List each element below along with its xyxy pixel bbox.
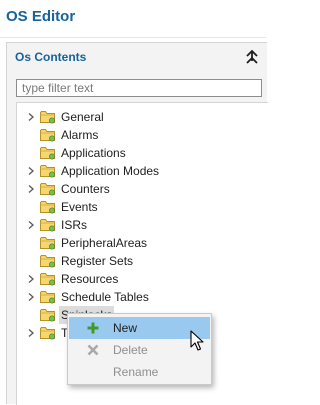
tree-item-label: Resources: [61, 272, 119, 286]
folder-icon: [40, 165, 55, 178]
tree-item[interactable]: ISRs: [17, 216, 268, 234]
chevron-right-icon[interactable]: [26, 274, 36, 284]
tree-item[interactable]: Counters: [17, 180, 268, 198]
folder-icon: [40, 237, 55, 250]
folder-icon: [40, 327, 55, 340]
folder-icon: [40, 129, 55, 142]
tree-item[interactable]: Applications: [17, 144, 268, 162]
tree-item[interactable]: Resources: [17, 270, 268, 288]
panel-header: Os Contents: [7, 43, 267, 71]
chevron-right-icon[interactable]: [26, 292, 36, 302]
folder-icon: [40, 291, 55, 304]
menu-item-label: Delete: [113, 343, 148, 357]
chevron-right-icon[interactable]: [26, 112, 36, 122]
tree-item[interactable]: Register Sets: [17, 252, 268, 270]
tree-item-label: Counters: [61, 182, 110, 196]
folder-icon: [40, 111, 55, 124]
tree-item[interactable]: Alarms: [17, 126, 268, 144]
tree-item[interactable]: Schedule Tables: [17, 288, 268, 306]
tree-item[interactable]: Events: [17, 198, 268, 216]
folder-icon: [40, 183, 55, 196]
menu-item-rename[interactable]: Rename: [69, 361, 210, 383]
plus-icon: [87, 322, 99, 334]
tree-item[interactable]: PeripheralAreas: [17, 234, 268, 252]
editor-title: OS Editor: [6, 8, 76, 25]
chevron-right-icon[interactable]: [26, 220, 36, 230]
tree-item-label: Events: [61, 200, 98, 214]
delete-x-icon: [87, 344, 99, 356]
menu-item-label: New: [113, 321, 138, 335]
chevron-right-icon[interactable]: [26, 166, 36, 176]
tree-item-label: Applications: [61, 146, 126, 160]
mouse-cursor-icon: [190, 330, 204, 351]
folder-icon: [40, 147, 55, 160]
folder-icon: [40, 255, 55, 268]
tree-item-label: PeripheralAreas: [61, 236, 148, 250]
tree-item-label: Application Modes: [61, 164, 160, 178]
chevron-right-icon[interactable]: [26, 328, 36, 338]
chevron-right-icon[interactable]: [26, 184, 36, 194]
panel-title: Os Contents: [15, 50, 87, 64]
tree-item-label: Schedule Tables: [61, 290, 149, 304]
tree-item-label: Alarms: [61, 128, 99, 142]
collapse-all-icon[interactable]: [242, 46, 262, 66]
tree-item-label: General: [61, 110, 104, 124]
folder-icon: [40, 219, 55, 232]
tree-item-label: ISRs: [61, 218, 88, 232]
filter-input[interactable]: [16, 79, 262, 97]
menu-item-label: Rename: [113, 365, 159, 379]
folder-icon: [40, 273, 55, 286]
menu-item-delete[interactable]: Delete: [69, 339, 210, 361]
menu-item-new[interactable]: New: [69, 317, 210, 339]
tree-item[interactable]: Application Modes: [17, 162, 268, 180]
folder-icon: [40, 201, 55, 214]
tree-item-label: Register Sets: [61, 254, 134, 268]
title-divider: [0, 37, 266, 38]
folder-icon: [40, 309, 55, 322]
editor-title-bar: OS Editor: [0, 0, 266, 37]
tree-item[interactable]: General: [17, 108, 268, 126]
